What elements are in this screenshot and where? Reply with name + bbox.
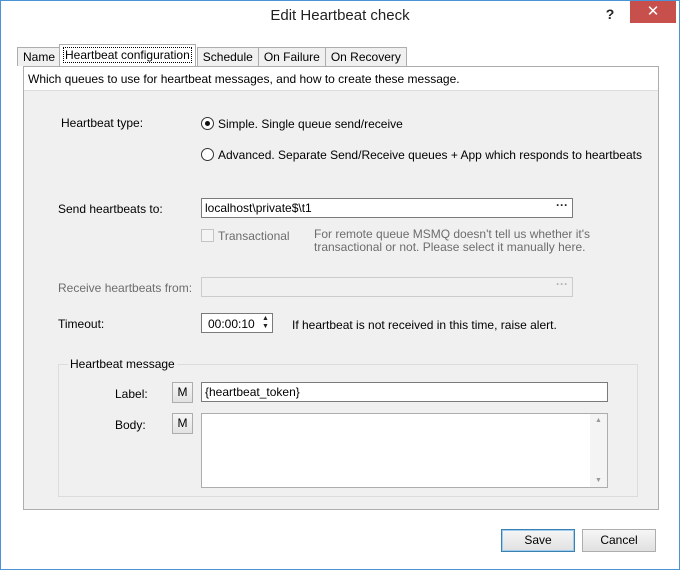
panel-body: Heartbeat type: Simple. Single queue sen… (24, 91, 658, 509)
message-label-value: {heartbeat_token} (205, 385, 300, 399)
scroll-down-icon[interactable]: ▼ (590, 477, 607, 484)
help-icon[interactable]: ? (597, 4, 623, 24)
tab-schedule[interactable]: Schedule (196, 47, 259, 66)
tab-panel: Which queues to use for heartbeat messag… (23, 66, 659, 510)
timeout-label: Timeout: (58, 317, 105, 331)
save-button[interactable]: Save (501, 529, 575, 552)
timeout-hint: If heartbeat is not received in this tim… (292, 318, 557, 332)
tab-heartbeat-configuration[interactable]: Heartbeat configuration (59, 44, 196, 66)
tab-strip: Name Heartbeat configuration Schedule On… (17, 44, 407, 66)
dialog-window: Edit Heartbeat check ? ✕ Name Heartbeat … (0, 0, 680, 570)
heartbeat-message-title: Heartbeat message (68, 357, 177, 371)
receive-queue-field[interactable]: ··· (201, 277, 573, 297)
transactional-label: Transactional (218, 229, 290, 243)
tab-on-recovery[interactable]: On Recovery (324, 47, 407, 66)
radio-simple-label[interactable]: Simple. Single queue send/receive (218, 117, 403, 131)
message-label-input[interactable]: {heartbeat_token} (201, 382, 608, 402)
tab-on-failure[interactable]: On Failure (257, 47, 326, 66)
cancel-button[interactable]: Cancel (582, 529, 656, 552)
send-queue-value: localhost\private$\t1 (205, 201, 312, 215)
description-text: Which queues to use for heartbeat messag… (28, 72, 460, 86)
title-bar[interactable]: Edit Heartbeat check ? ✕ (1, 1, 679, 32)
description-strip: Which queues to use for heartbeat messag… (24, 67, 658, 91)
message-body-input[interactable]: ▲ ▼ (201, 413, 608, 488)
close-button[interactable]: ✕ (630, 1, 676, 23)
body-macro-button[interactable]: M (172, 413, 193, 434)
message-body-caption: Body: (115, 418, 146, 432)
heartbeat-type-label: Heartbeat type: (61, 116, 144, 130)
spin-up-icon[interactable]: ▲ (260, 315, 271, 323)
tab-name[interactable]: Name (17, 47, 62, 66)
send-queue-field[interactable]: localhost\private$\t1 ··· (201, 198, 573, 218)
message-label-caption: Label: (115, 387, 148, 401)
timeout-value: 00:00:10 (208, 317, 255, 331)
transactional-note-line2: transactional or not. Please select it m… (314, 240, 586, 254)
send-heartbeats-label: Send heartbeats to: (58, 202, 163, 216)
radio-advanced[interactable] (201, 148, 214, 161)
body-scrollbar[interactable]: ▲ ▼ (590, 414, 607, 487)
timeout-spinner[interactable]: 00:00:10 ▲ ▼ (201, 313, 273, 333)
transactional-checkbox[interactable] (201, 229, 214, 242)
scroll-up-icon[interactable]: ▲ (590, 417, 607, 424)
transactional-note: For remote queue MSMQ doesn't tell us wh… (314, 228, 590, 254)
tab-heartbeat-configuration-label: Heartbeat configuration (63, 47, 192, 63)
label-macro-button[interactable]: M (172, 382, 193, 403)
window-title: Edit Heartbeat check (270, 7, 410, 24)
receive-heartbeats-label: Receive heartbeats from: (58, 281, 193, 295)
radio-advanced-label[interactable]: Advanced. Separate Send/Receive queues +… (218, 148, 642, 162)
radio-simple[interactable] (201, 117, 214, 130)
receive-queue-browse-button[interactable]: ··· (554, 278, 570, 296)
send-queue-browse-button[interactable]: ··· (554, 199, 570, 217)
spin-down-icon[interactable]: ▼ (260, 323, 271, 331)
